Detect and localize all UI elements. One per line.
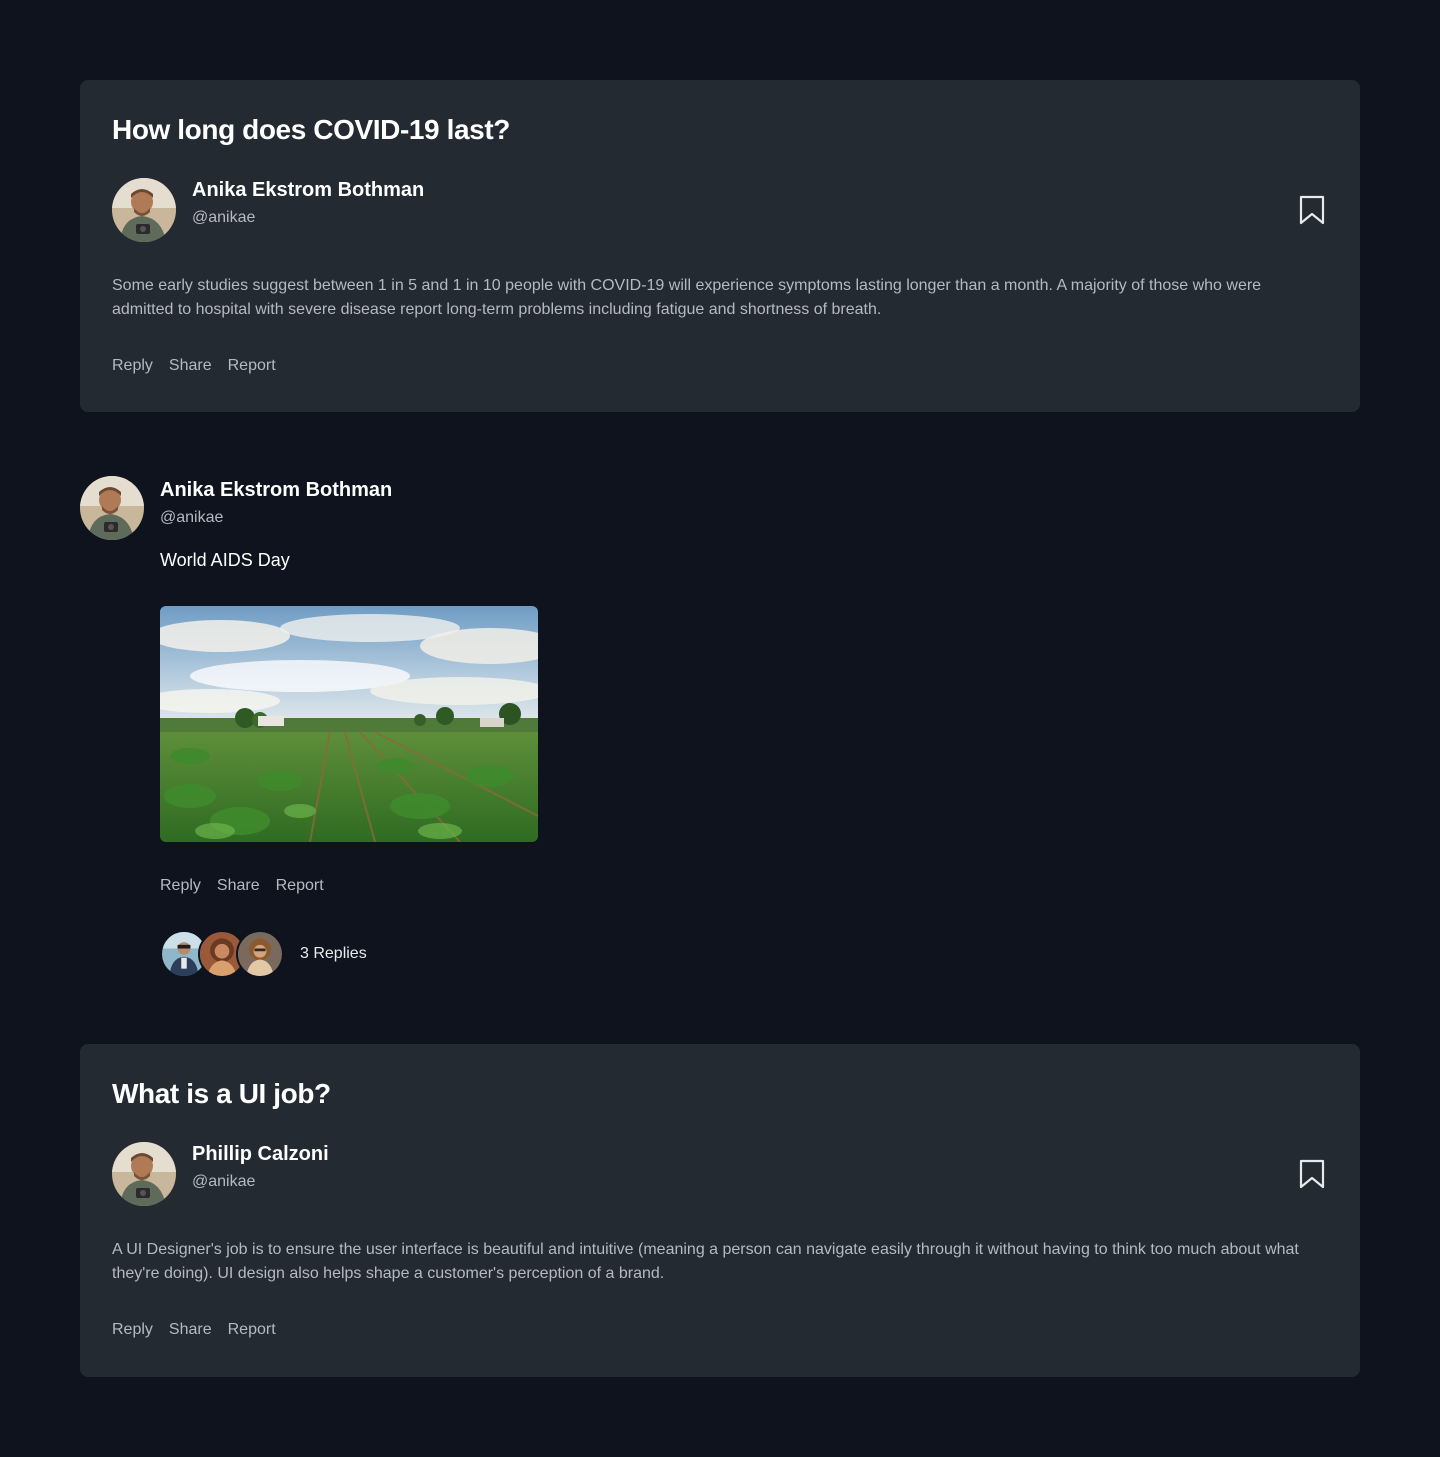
avatar[interactable]: [80, 476, 144, 540]
thread-body: Some early studies suggest between 1 in …: [112, 277, 1262, 318]
post: Anika Ekstrom Bothman @anikae World AIDS…: [80, 476, 1360, 996]
avatar-image: [112, 1142, 176, 1206]
thread-title: How long does COVID-19 last?: [112, 114, 510, 145]
bookmark-icon: [1299, 1159, 1325, 1189]
share-button[interactable]: Share: [169, 1318, 212, 1342]
field-landscape-image: [160, 606, 538, 842]
post-content: Anika Ekstrom Bothman @anikae World AIDS…: [160, 476, 1160, 978]
thread-title: What is a UI job?: [112, 1078, 331, 1109]
thread-actions: Reply Share Report: [112, 354, 1328, 378]
avatar-image: [80, 476, 144, 540]
reply-avatars: [160, 930, 284, 978]
thread-card: How long does COVID-19 last? Anika Ekstr…: [80, 80, 1360, 412]
author-handle[interactable]: @anikae: [192, 206, 424, 230]
avatar[interactable]: [112, 178, 176, 242]
reply-button[interactable]: Reply: [112, 354, 153, 378]
replies-count-link[interactable]: 3 Replies: [300, 942, 367, 966]
post-text: World AIDS Day: [160, 550, 290, 570]
author-name[interactable]: Anika Ekstrom Bothman: [160, 476, 1160, 504]
author-row: Anika Ekstrom Bothman @anikae: [112, 178, 1328, 242]
reply-button[interactable]: Reply: [160, 874, 201, 898]
share-button[interactable]: Share: [169, 354, 212, 378]
author-info: Anika Ekstrom Bothman @anikae: [192, 171, 424, 235]
bookmark-button[interactable]: [1296, 194, 1328, 226]
report-button[interactable]: Report: [276, 874, 324, 898]
share-button[interactable]: Share: [217, 874, 260, 898]
bookmark-icon: [1299, 195, 1325, 225]
author-handle[interactable]: @anikae: [192, 1170, 329, 1194]
avatar-image: [112, 178, 176, 242]
reply-avatar: [236, 930, 284, 978]
thread-body: A UI Designer's job is to ensure the use…: [112, 1241, 1299, 1282]
reply-avatar-image: [238, 932, 282, 976]
thread-card: What is a UI job? Phillip Calzoni @anika…: [80, 1044, 1360, 1377]
replies-row[interactable]: 3 Replies: [160, 930, 1160, 978]
page: How long does COVID-19 last? Anika Ekstr…: [0, 0, 1440, 1457]
post-actions: Reply Share Report: [160, 874, 1160, 898]
report-button[interactable]: Report: [228, 354, 276, 378]
reply-button[interactable]: Reply: [112, 1318, 153, 1342]
report-button[interactable]: Report: [228, 1318, 276, 1342]
author-name[interactable]: Anika Ekstrom Bothman: [192, 176, 424, 204]
author-handle[interactable]: @anikae: [160, 506, 1160, 530]
author-name[interactable]: Phillip Calzoni: [192, 1140, 329, 1168]
thread-actions: Reply Share Report: [112, 1318, 1328, 1342]
author-row: Phillip Calzoni @anikae: [112, 1142, 1328, 1206]
avatar[interactable]: [112, 1142, 176, 1206]
post-image[interactable]: [160, 606, 538, 842]
bookmark-button[interactable]: [1296, 1158, 1328, 1190]
author-info: Phillip Calzoni @anikae: [192, 1135, 329, 1199]
